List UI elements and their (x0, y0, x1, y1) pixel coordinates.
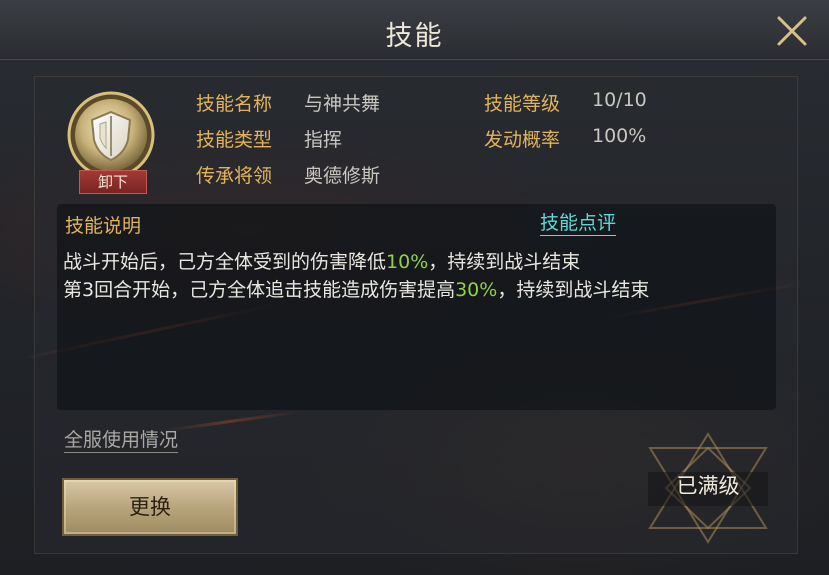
description-text: 第3回合开始，己方全体追击技能造成伤害提高 (63, 279, 456, 301)
inherit-general-value: 奥德修斯 (304, 165, 381, 187)
inherit-general-label: 传承将领 (196, 165, 273, 187)
max-level-label: 已满级 (676, 474, 740, 498)
skill-name-label: 技能名称 (196, 93, 273, 115)
skill-level-label: 技能等级 (484, 93, 561, 115)
skill-name-value: 与神共舞 (304, 93, 381, 115)
description-text: ，持续到战斗结束 (428, 251, 581, 273)
skill-description-box: 技能说明 技能点评 战斗开始后，己方全体受到的伤害降低10%，持续到战斗结束 第… (57, 204, 776, 410)
description-text: 战斗开始后，己方全体受到的伤害降低 (63, 251, 387, 273)
close-x-icon (777, 16, 807, 46)
skill-level-value: 10/10 (592, 89, 647, 111)
description-line-2: 第3回合开始，己方全体追击技能造成伤害提高30%，持续到战斗结束 (63, 275, 649, 302)
highlight-value: 30% (455, 279, 498, 301)
trigger-chance-value: 100% (592, 125, 647, 147)
replace-button[interactable]: 更换 (62, 478, 238, 536)
unequip-button[interactable]: 卸下 (79, 170, 147, 194)
description-line-1: 战斗开始后，己方全体受到的伤害降低10%，持续到战斗结束 (63, 247, 580, 274)
description-title: 技能说明 (65, 215, 142, 237)
skill-window: 技能 卸下 技能名称 与神共舞 技能类型 指挥 传承将领 奥德修斯 技能等级 1… (0, 0, 829, 575)
skill-icon-button[interactable] (66, 90, 156, 180)
skill-review-link[interactable]: 技能点评 (540, 211, 617, 236)
server-usage-link[interactable]: 全服使用情况 (64, 428, 179, 453)
skill-type-value: 指挥 (304, 129, 343, 151)
window-title: 技能 (385, 21, 444, 52)
shield-skill-icon (67, 91, 155, 179)
title-bar: 技能 (0, 0, 829, 60)
description-text: ，持续到战斗结束 (497, 279, 650, 301)
close-button[interactable] (775, 14, 809, 48)
highlight-value: 10% (386, 251, 429, 273)
skill-type-label: 技能类型 (196, 129, 273, 151)
trigger-chance-label: 发动概率 (484, 129, 561, 151)
